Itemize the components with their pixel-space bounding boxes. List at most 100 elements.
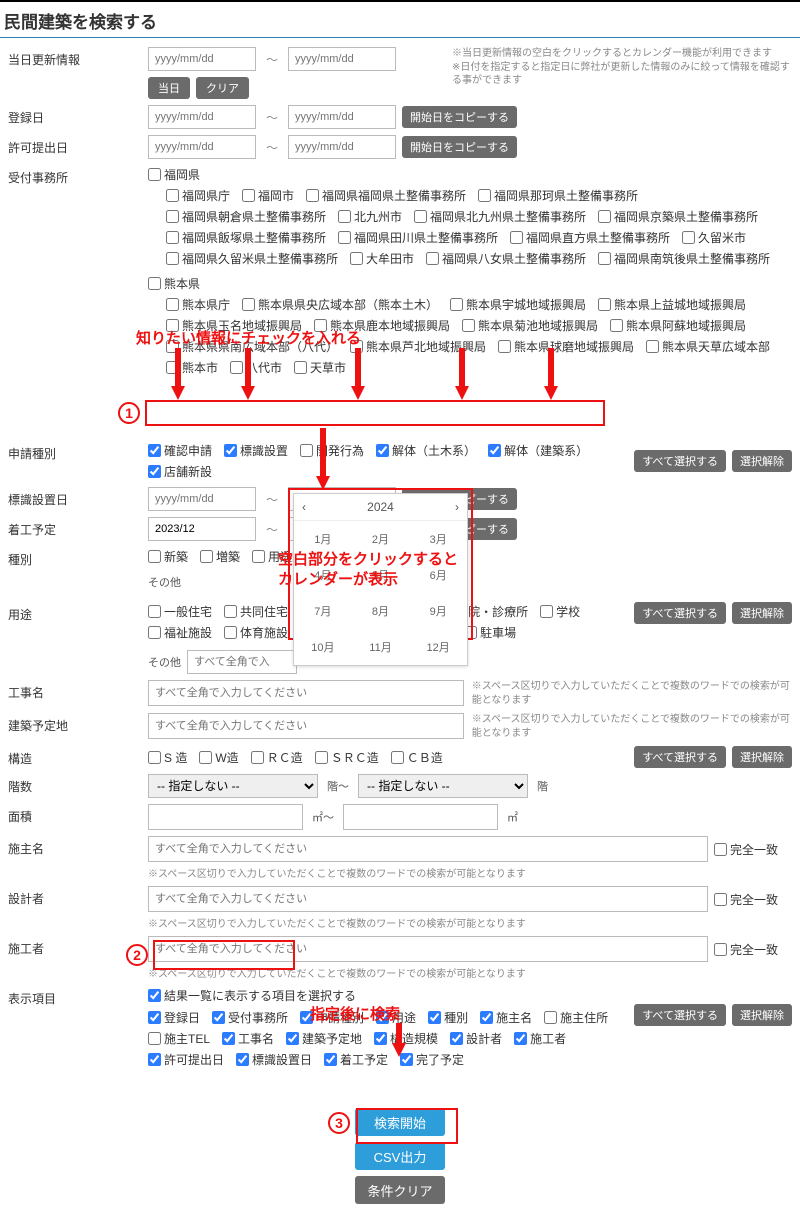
cb-pref-kumamoto[interactable]: 熊本県 [148,275,200,292]
register-to[interactable] [288,105,396,129]
checkbox-item[interactable]: 工事名 [222,1030,274,1047]
checkbox-item[interactable]: 施主TEL [148,1030,210,1047]
floors-to[interactable]: -- 指定しない -- [358,774,528,798]
cal-next-icon[interactable]: › [455,500,459,514]
checkbox-item[interactable]: 福岡市 [242,187,294,204]
checkbox-item[interactable]: 増築 [200,548,240,565]
checkbox-item[interactable]: 共同住宅 [224,603,288,620]
cb-pref-fukuoka[interactable]: 福岡県 [148,166,200,183]
checkbox-item[interactable]: 設計者 [450,1030,502,1047]
checkbox-item[interactable]: 福岡県八女県土整備事務所 [426,250,586,267]
startplan-from[interactable] [148,517,256,541]
checkbox-item[interactable]: 天草市 [294,359,346,376]
checkbox-item[interactable]: 熊本県阿蘇地域振興局 [610,317,746,334]
checkbox-item[interactable]: 福岡県久留米県土整備事務所 [166,250,338,267]
checkbox-item[interactable]: ＳＲＣ造 [315,749,379,766]
checkbox-item[interactable]: 標識設置日 [236,1051,312,1068]
search-button[interactable]: 検索開始 [355,1108,445,1136]
cal-prev-icon[interactable]: ‹ [302,500,306,514]
checkbox-item[interactable]: 福祉施設 [148,624,212,641]
signdate-from[interactable] [148,487,256,511]
owner-exact[interactable]: 完全一致 [714,841,778,858]
checkbox-item[interactable]: 開発行為 [300,442,364,459]
owner-input[interactable] [148,836,708,862]
checkbox-item[interactable]: 熊本県玉名地域振興局 [166,317,302,334]
checkbox-item[interactable]: 受付事務所 [212,1009,288,1026]
calendar-popup[interactable]: ‹ 2024 › 1月2月3月4月5月6月7月8月9月10月11月12月 [293,493,468,666]
site-input[interactable] [148,713,464,739]
permit-from[interactable] [148,135,256,159]
checkbox-item[interactable]: 確認申請 [148,442,212,459]
floors-from[interactable]: -- 指定しない -- [148,774,318,798]
checkbox-item[interactable]: 用途 [376,1009,416,1026]
cal-month[interactable]: 6月 [409,557,467,593]
checkbox-item[interactable]: 施主住所 [544,1009,608,1026]
checkbox-item[interactable]: 着工予定 [324,1051,388,1068]
checkbox-item[interactable]: 福岡県朝倉県土整備事務所 [166,208,326,225]
workname-input[interactable] [148,680,464,706]
csv-button[interactable]: CSV出力 [355,1142,445,1170]
register-from[interactable] [148,105,256,129]
checkbox-item[interactable]: 学校 [540,603,580,620]
checkbox-item[interactable]: 熊本県芦北地域振興局 [350,338,486,355]
checkbox-item[interactable]: 標識設置 [224,442,288,459]
checkbox-item[interactable]: 施工者 [514,1030,566,1047]
cal-month[interactable]: 4月 [294,557,352,593]
checkbox-item[interactable]: 北九州市 [338,208,402,225]
checkbox-item[interactable]: 熊本県鹿本地域振興局 [314,317,450,334]
checkbox-item[interactable]: 八代市 [230,359,282,376]
checkbox-item[interactable]: 構造規模 [374,1030,438,1047]
cal-month[interactable]: 3月 [409,521,467,557]
btn-clear[interactable]: クリア [196,77,249,99]
checkbox-item[interactable]: 登録日 [148,1009,200,1026]
cal-month[interactable]: 8月 [352,593,410,629]
checkbox-item[interactable]: 福岡県飯塚県土整備事務所 [166,229,326,246]
cond-clear-button[interactable]: 条件クリア [355,1176,445,1204]
designer-exact[interactable]: 完全一致 [714,891,778,908]
checkbox-item[interactable]: 福岡県那珂県土整備事務所 [478,187,638,204]
checkbox-item[interactable]: 福岡県田川県土整備事務所 [338,229,498,246]
checkbox-item[interactable]: 熊本県上益城地域振興局 [598,296,746,313]
checkbox-item[interactable]: 久留米市 [682,229,746,246]
update-to[interactable] [288,47,396,71]
permit-to[interactable] [288,135,396,159]
cal-month[interactable]: 12月 [409,629,467,665]
checkbox-item[interactable]: 完了予定 [400,1051,464,1068]
checkbox-item[interactable]: 福岡県南筑後県土整備事務所 [598,250,770,267]
checkbox-item[interactable]: 店舗新設 [148,463,212,480]
checkbox-item[interactable]: 申請種別 [300,1009,364,1026]
checkbox-item[interactable]: ＣＢ造 [391,749,443,766]
builder-input[interactable] [148,936,708,962]
checkbox-item[interactable]: 熊本県庁 [166,296,230,313]
checkbox-item[interactable]: 駐車場 [464,624,516,641]
checkbox-item[interactable]: 許可提出日 [148,1051,224,1068]
checkbox-item[interactable]: 熊本県球磨地域振興局 [498,338,634,355]
checkbox-item[interactable]: 熊本県県南広域本部（八代） [166,338,338,355]
checkbox-item[interactable]: S 造 [148,749,187,766]
checkbox-item[interactable]: 解体（土木系） [376,442,476,459]
checkbox-item[interactable]: 建築予定地 [286,1030,362,1047]
cal-month[interactable]: 9月 [409,593,467,629]
display-deselect[interactable]: 選択解除 [732,1004,792,1026]
checkbox-item[interactable]: 体育施設 [224,624,288,641]
display-lead[interactable]: 結果一覧に表示する項目を選択する [148,987,356,1004]
cal-month[interactable]: 10月 [294,629,352,665]
checkbox-item[interactable]: ＲＣ造 [251,749,303,766]
cal-month[interactable]: 2月 [352,521,410,557]
btn-copy-start-permit[interactable]: 開始日をコピーする [402,136,517,158]
checkbox-item[interactable]: 施主名 [480,1009,532,1026]
checkbox-item[interactable]: 熊本県県央広域本部（熊本土木） [242,296,438,313]
checkbox-item[interactable]: 解体（建築系） [488,442,588,459]
checkbox-item[interactable]: 熊本市 [166,359,218,376]
apptype-deselect[interactable]: 選択解除 [732,450,792,472]
checkbox-item[interactable]: 熊本県宇城地域振興局 [450,296,586,313]
checkbox-item[interactable]: 福岡県北九州県土整備事務所 [414,208,586,225]
checkbox-item[interactable]: 福岡県福岡県土整備事務所 [306,187,466,204]
btn-copy-start-register[interactable]: 開始日をコピーする [402,106,517,128]
checkbox-item[interactable]: 種別 [428,1009,468,1026]
checkbox-item[interactable]: 大牟田市 [350,250,414,267]
builder-exact[interactable]: 完全一致 [714,941,778,958]
checkbox-item[interactable]: W造 [199,749,238,766]
cal-month[interactable]: 5月 [352,557,410,593]
area-from[interactable] [148,804,303,830]
